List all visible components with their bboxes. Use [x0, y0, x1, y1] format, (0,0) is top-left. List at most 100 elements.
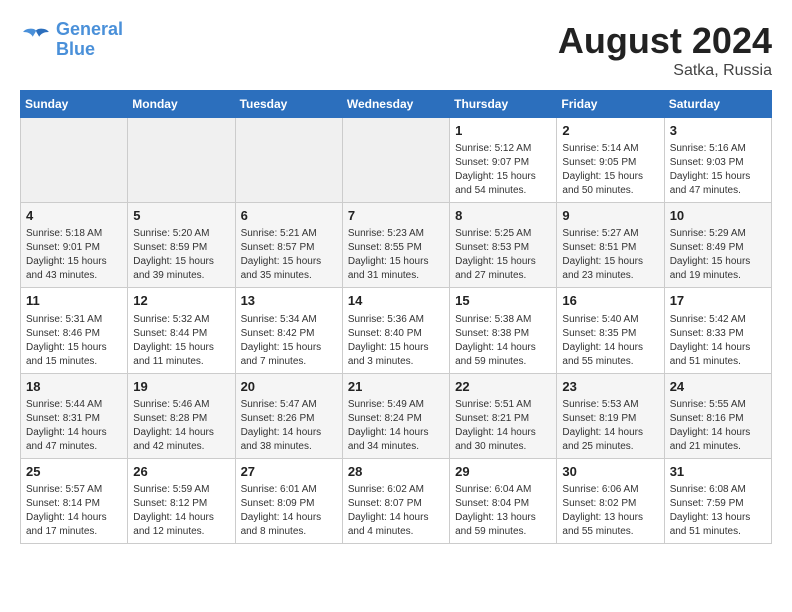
day-number: 5 [133, 207, 229, 225]
calendar-table: SundayMondayTuesdayWednesdayThursdayFrid… [20, 90, 772, 544]
day-info: Sunrise: 5:20 AM Sunset: 8:59 PM Dayligh… [133, 227, 229, 283]
calendar-cell: 13 Sunrise: 5:34 AM Sunset: 8:42 PM Dayli… [235, 288, 342, 373]
calendar-cell: 7 Sunrise: 5:23 AM Sunset: 8:55 PM Daylig… [342, 203, 449, 288]
calendar-cell: 29 Sunrise: 6:04 AM Sunset: 8:04 PM Dayli… [450, 458, 557, 543]
day-info: Sunrise: 6:01 AM Sunset: 8:09 PM Dayligh… [241, 483, 337, 539]
day-number: 22 [455, 378, 551, 396]
day-number: 6 [241, 207, 337, 225]
calendar-week-row: 18 Sunrise: 5:44 AM Sunset: 8:31 PM Dayli… [21, 373, 772, 458]
logo: GeneralBlue [20, 20, 123, 60]
calendar-header-row: SundayMondayTuesdayWednesdayThursdayFrid… [21, 91, 772, 118]
calendar-cell: 1 Sunrise: 5:12 AM Sunset: 9:07 PM Daylig… [450, 118, 557, 203]
day-info: Sunrise: 5:59 AM Sunset: 8:12 PM Dayligh… [133, 483, 229, 539]
calendar-week-row: 25 Sunrise: 5:57 AM Sunset: 8:14 PM Dayli… [21, 458, 772, 543]
calendar-cell: 21 Sunrise: 5:49 AM Sunset: 8:24 PM Dayli… [342, 373, 449, 458]
day-number: 14 [348, 292, 444, 310]
calendar-cell [21, 118, 128, 203]
day-info: Sunrise: 5:18 AM Sunset: 9:01 PM Dayligh… [26, 227, 122, 283]
day-info: Sunrise: 5:31 AM Sunset: 8:46 PM Dayligh… [26, 313, 122, 369]
day-info: Sunrise: 5:23 AM Sunset: 8:55 PM Dayligh… [348, 227, 444, 283]
day-number: 25 [26, 463, 122, 481]
calendar-cell: 25 Sunrise: 5:57 AM Sunset: 8:14 PM Dayli… [21, 458, 128, 543]
calendar-cell: 2Sunrise: 5:14 AM Sunset: 9:05 PM Daylig… [557, 118, 664, 203]
weekday-header: Monday [128, 91, 235, 118]
day-number: 9 [562, 207, 658, 225]
logo-icon [20, 24, 52, 56]
day-info: Sunrise: 5:21 AM Sunset: 8:57 PM Dayligh… [241, 227, 337, 283]
calendar-cell: 20 Sunrise: 5:47 AM Sunset: 8:26 PM Dayli… [235, 373, 342, 458]
calendar-cell: 12Sunrise: 5:32 AM Sunset: 8:44 PM Dayli… [128, 288, 235, 373]
day-info: Sunrise: 6:04 AM Sunset: 8:04 PM Dayligh… [455, 483, 551, 539]
logo-text: GeneralBlue [56, 20, 123, 60]
weekday-header: Wednesday [342, 91, 449, 118]
month-year-title: August 2024 [558, 20, 772, 62]
calendar-cell: 18 Sunrise: 5:44 AM Sunset: 8:31 PM Dayli… [21, 373, 128, 458]
calendar-cell [235, 118, 342, 203]
weekday-header: Tuesday [235, 91, 342, 118]
day-number: 7 [348, 207, 444, 225]
day-number: 11 [26, 292, 122, 310]
day-number: 20 [241, 378, 337, 396]
day-info: Sunrise: 6:06 AM Sunset: 8:02 PM Dayligh… [562, 483, 658, 539]
day-number: 4 [26, 207, 122, 225]
day-info: Sunrise: 5:12 AM Sunset: 9:07 PM Dayligh… [455, 142, 551, 198]
calendar-week-row: 4 Sunrise: 5:18 AM Sunset: 9:01 PM Daylig… [21, 203, 772, 288]
day-number: 2 [562, 122, 658, 140]
location-subtitle: Satka, Russia [558, 62, 772, 80]
day-number: 24 [670, 378, 766, 396]
day-number: 27 [241, 463, 337, 481]
calendar-cell [128, 118, 235, 203]
calendar-cell: 22 Sunrise: 5:51 AM Sunset: 8:21 PM Dayli… [450, 373, 557, 458]
calendar-cell: 14 Sunrise: 5:36 AM Sunset: 8:40 PM Dayli… [342, 288, 449, 373]
calendar-cell: 10 Sunrise: 5:29 AM Sunset: 8:49 PM Dayli… [664, 203, 771, 288]
calendar-cell: 19 Sunrise: 5:46 AM Sunset: 8:28 PM Dayli… [128, 373, 235, 458]
day-info: Sunrise: 5:40 AM Sunset: 8:35 PM Dayligh… [562, 313, 658, 369]
day-info: Sunrise: 5:46 AM Sunset: 8:28 PM Dayligh… [133, 398, 229, 454]
calendar-cell: 3 Sunrise: 5:16 AM Sunset: 9:03 PM Daylig… [664, 118, 771, 203]
day-info: Sunrise: 6:02 AM Sunset: 8:07 PM Dayligh… [348, 483, 444, 539]
day-number: 26 [133, 463, 229, 481]
day-info: Sunrise: 5:47 AM Sunset: 8:26 PM Dayligh… [241, 398, 337, 454]
calendar-cell: 16Sunrise: 5:40 AM Sunset: 8:35 PM Dayli… [557, 288, 664, 373]
day-number: 13 [241, 292, 337, 310]
day-info: Sunrise: 5:32 AM Sunset: 8:44 PM Dayligh… [133, 313, 229, 369]
calendar-cell: 8 Sunrise: 5:25 AM Sunset: 8:53 PM Daylig… [450, 203, 557, 288]
calendar-week-row: 1 Sunrise: 5:12 AM Sunset: 9:07 PM Daylig… [21, 118, 772, 203]
day-info: Sunrise: 5:51 AM Sunset: 8:21 PM Dayligh… [455, 398, 551, 454]
weekday-header: Saturday [664, 91, 771, 118]
day-info: Sunrise: 5:49 AM Sunset: 8:24 PM Dayligh… [348, 398, 444, 454]
day-number: 31 [670, 463, 766, 481]
day-info: Sunrise: 5:16 AM Sunset: 9:03 PM Dayligh… [670, 142, 766, 198]
calendar-cell: 30 Sunrise: 6:06 AM Sunset: 8:02 PM Dayli… [557, 458, 664, 543]
calendar-cell: 26 Sunrise: 5:59 AM Sunset: 8:12 PM Dayli… [128, 458, 235, 543]
calendar-cell: 27 Sunrise: 6:01 AM Sunset: 8:09 PM Dayli… [235, 458, 342, 543]
day-number: 3 [670, 122, 766, 140]
calendar-cell: 4 Sunrise: 5:18 AM Sunset: 9:01 PM Daylig… [21, 203, 128, 288]
calendar-cell: 11 Sunrise: 5:31 AM Sunset: 8:46 PM Dayli… [21, 288, 128, 373]
calendar-cell: 23Sunrise: 5:53 AM Sunset: 8:19 PM Dayli… [557, 373, 664, 458]
day-number: 28 [348, 463, 444, 481]
day-number: 1 [455, 122, 551, 140]
day-info: Sunrise: 5:38 AM Sunset: 8:38 PM Dayligh… [455, 313, 551, 369]
calendar-cell: 9 Sunrise: 5:27 AM Sunset: 8:51 PM Daylig… [557, 203, 664, 288]
day-number: 15 [455, 292, 551, 310]
day-info: Sunrise: 5:29 AM Sunset: 8:49 PM Dayligh… [670, 227, 766, 283]
day-info: Sunrise: 5:34 AM Sunset: 8:42 PM Dayligh… [241, 313, 337, 369]
day-info: Sunrise: 5:25 AM Sunset: 8:53 PM Dayligh… [455, 227, 551, 283]
day-info: Sunrise: 5:53 AM Sunset: 8:19 PM Dayligh… [562, 398, 658, 454]
day-info: Sunrise: 5:57 AM Sunset: 8:14 PM Dayligh… [26, 483, 122, 539]
day-info: Sunrise: 6:08 AM Sunset: 7:59 PM Dayligh… [670, 483, 766, 539]
day-number: 10 [670, 207, 766, 225]
day-info: Sunrise: 5:36 AM Sunset: 8:40 PM Dayligh… [348, 313, 444, 369]
day-info: Sunrise: 5:42 AM Sunset: 8:33 PM Dayligh… [670, 313, 766, 369]
day-info: Sunrise: 5:44 AM Sunset: 8:31 PM Dayligh… [26, 398, 122, 454]
day-number: 19 [133, 378, 229, 396]
day-number: 17 [670, 292, 766, 310]
day-number: 29 [455, 463, 551, 481]
day-number: 8 [455, 207, 551, 225]
day-number: 30 [562, 463, 658, 481]
day-number: 21 [348, 378, 444, 396]
day-info: Sunrise: 5:27 AM Sunset: 8:51 PM Dayligh… [562, 227, 658, 283]
calendar-cell: 24Sunrise: 5:55 AM Sunset: 8:16 PM Dayli… [664, 373, 771, 458]
day-number: 18 [26, 378, 122, 396]
